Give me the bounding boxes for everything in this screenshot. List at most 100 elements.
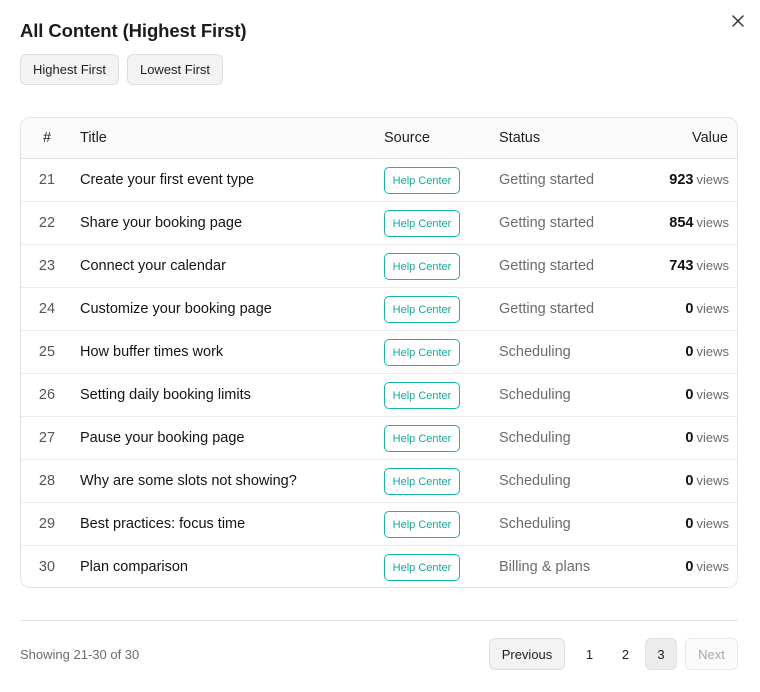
row-number: 29	[38, 516, 56, 532]
header-source: Source	[384, 130, 430, 146]
sort-highest-first-button[interactable]: Highest First	[20, 54, 119, 85]
table-row[interactable]: 24 Customize your booking page Help Center…	[21, 288, 737, 331]
row-status: Getting started	[499, 258, 595, 274]
row-value-number: 0	[685, 344, 694, 360]
row-value-number: 0	[685, 301, 694, 317]
row-status: Scheduling	[499, 387, 571, 403]
row-number: 21	[38, 172, 56, 188]
row-status: Scheduling	[499, 516, 571, 532]
sort-toggle-group: Highest First Lowest First	[20, 54, 224, 85]
row-value-unit: views	[696, 172, 729, 187]
row-value: 0 views	[685, 301, 729, 317]
row-number: 28	[38, 473, 56, 489]
row-status: Getting started	[499, 215, 595, 231]
row-value-unit: views	[696, 215, 729, 230]
row-number: 25	[38, 344, 56, 360]
row-value: 854 views	[669, 215, 729, 231]
row-value-number: 854	[669, 215, 694, 231]
row-value-unit: views	[696, 301, 729, 316]
close-icon	[732, 15, 744, 27]
row-number: 27	[38, 430, 56, 446]
row-value: 923 views	[669, 172, 729, 188]
table-row[interactable]: 26 Setting daily booking limits Help Cente…	[21, 374, 737, 417]
row-title[interactable]: Best practices: focus time	[80, 516, 245, 532]
row-value-number: 923	[669, 172, 694, 188]
row-number: 24	[38, 301, 56, 317]
row-value-unit: views	[696, 559, 729, 574]
page-1-button[interactable]: 1	[574, 638, 605, 670]
row-status: Scheduling	[499, 473, 571, 489]
table-row[interactable]: 27 Pause your booking page Help Center Sche…	[21, 417, 737, 460]
row-value-unit: views	[696, 258, 729, 273]
source-badge: Help Center	[384, 210, 460, 237]
previous-page-button[interactable]: Previous	[489, 638, 565, 670]
source-badge: Help Center	[384, 296, 460, 323]
row-value-unit: views	[696, 387, 729, 402]
table-body: 21 Create your first event type Help Cente…	[21, 159, 737, 587]
row-value-number: 743	[669, 258, 694, 274]
row-number: 23	[38, 258, 56, 274]
row-value-number: 0	[685, 387, 694, 403]
modal-title: All Content (Highest First)	[20, 20, 247, 41]
source-badge: Help Center	[384, 468, 460, 495]
table-row[interactable]: 28 Why are some slots not showing? Help Ce…	[21, 460, 737, 503]
row-status: Getting started	[499, 301, 595, 317]
row-title[interactable]: Setting daily booking limits	[80, 387, 251, 403]
row-title[interactable]: Plan comparison	[80, 559, 188, 575]
page-3-button[interactable]: 3	[645, 638, 677, 670]
next-page-button[interactable]: Next	[685, 638, 738, 670]
row-title[interactable]: Why are some slots not showing?	[80, 473, 297, 489]
row-value-unit: views	[696, 430, 729, 445]
source-badge: Help Center	[384, 554, 460, 581]
row-status: Billing & plans	[499, 559, 591, 575]
header-title: Title	[80, 130, 107, 146]
row-title[interactable]: Share your booking page	[80, 215, 242, 231]
header-num: #	[42, 130, 52, 146]
all-content-modal: All Content (Highest First) Highest Firs…	[0, 0, 760, 692]
row-number: 30	[38, 559, 56, 575]
source-badge: Help Center	[384, 167, 460, 194]
row-title[interactable]: Create your first event type	[80, 172, 254, 188]
table-row[interactable]: 21 Create your first event type Help Cente…	[21, 159, 737, 202]
row-title[interactable]: Connect your calendar	[80, 258, 226, 274]
close-button[interactable]	[729, 12, 747, 30]
header-value: Value	[691, 130, 728, 146]
row-title[interactable]: How buffer times work	[80, 344, 223, 360]
source-badge: Help Center	[384, 339, 460, 366]
pagination-summary: Showing 21-30 of 30	[20, 647, 140, 662]
footer-divider	[20, 620, 738, 621]
row-number: 26	[38, 387, 56, 403]
row-status: Getting started	[499, 172, 595, 188]
sort-lowest-first-button[interactable]: Lowest First	[126, 54, 224, 85]
row-value: 0 views	[685, 387, 729, 403]
page-2-button[interactable]: 2	[610, 638, 641, 670]
row-title[interactable]: Customize your booking page	[80, 301, 272, 317]
row-value: 0 views	[685, 559, 729, 575]
table-row[interactable]: 23 Connect your calendar Help Center Gettin…	[21, 245, 737, 288]
table-header: # Title Source Status Value	[21, 118, 737, 159]
table-row[interactable]: 25 How buffer times work Help Center Schedu…	[21, 331, 737, 374]
row-status: Scheduling	[499, 344, 571, 360]
row-value-unit: views	[696, 344, 729, 359]
table-row[interactable]: 29 Best practices: focus time Help Center S…	[21, 503, 737, 546]
row-value-number: 0	[685, 430, 694, 446]
row-value-number: 0	[685, 516, 694, 532]
row-value-unit: views	[696, 473, 729, 488]
row-value: 0 views	[685, 473, 729, 489]
row-value-number: 0	[685, 473, 694, 489]
row-value-unit: views	[696, 516, 729, 531]
row-value: 0 views	[685, 344, 729, 360]
source-badge: Help Center	[384, 425, 460, 452]
row-value-number: 0	[685, 559, 694, 575]
table-row[interactable]: 30 Plan comparison Help Center Billing & pl…	[21, 546, 737, 587]
source-badge: Help Center	[384, 382, 460, 409]
table-row[interactable]: 22 Share your booking page Help Center Gett…	[21, 202, 737, 245]
row-value: 0 views	[685, 430, 729, 446]
source-badge: Help Center	[384, 511, 460, 538]
row-number: 22	[38, 215, 56, 231]
row-value: 743 views	[669, 258, 729, 274]
content-table: # Title Source Status Value 21 Create you…	[20, 117, 738, 588]
row-title[interactable]: Pause your booking page	[80, 430, 244, 446]
source-badge: Help Center	[384, 253, 460, 280]
header-status: Status	[499, 130, 541, 146]
